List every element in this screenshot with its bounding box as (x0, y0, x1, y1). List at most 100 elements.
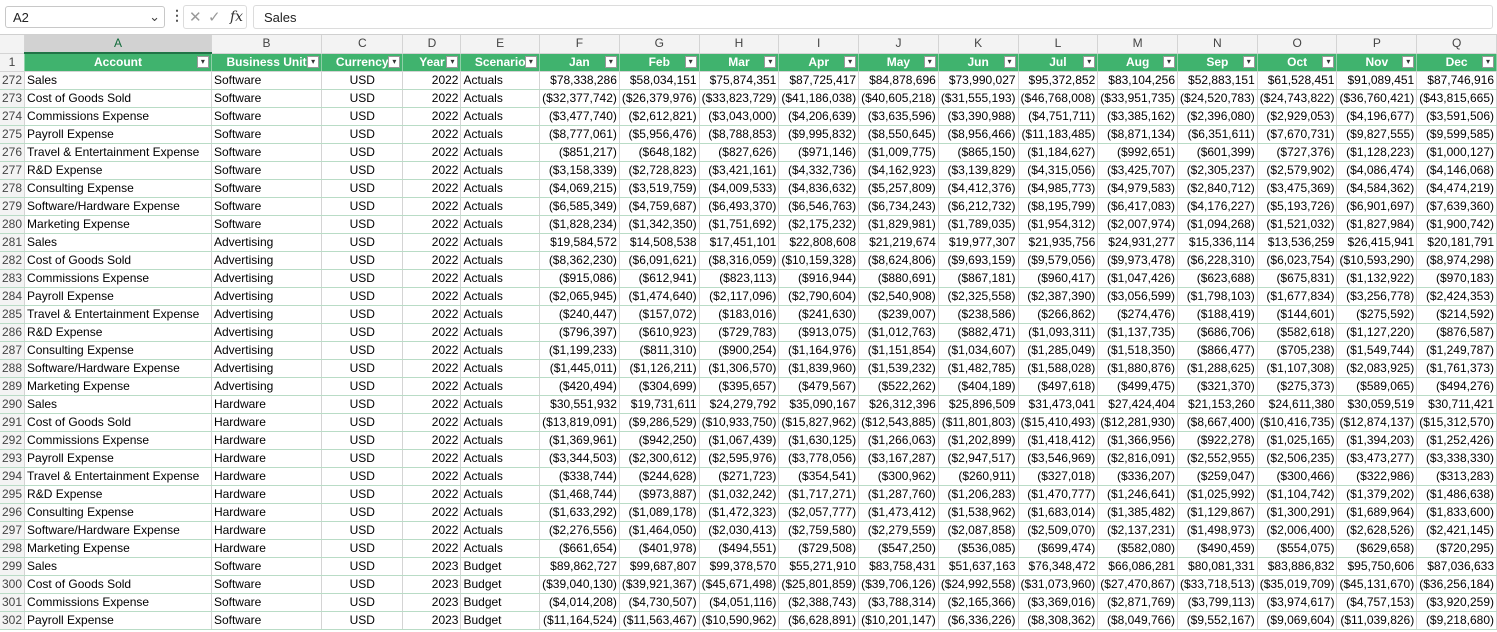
row-header[interactable]: 301 (0, 593, 26, 612)
cell[interactable]: ($1,132,922) (1336, 269, 1418, 288)
column-header-i[interactable]: I (778, 35, 860, 54)
row-header[interactable]: 287 (0, 341, 26, 360)
cell[interactable]: Software (211, 107, 323, 126)
cell[interactable]: ($12,281,930) (1097, 413, 1179, 432)
header-cell[interactable]: Mar ▾ (699, 53, 780, 72)
cell[interactable]: Budget (460, 611, 540, 630)
cell[interactable]: ($25,801,859) (778, 575, 860, 594)
cell[interactable]: USD (321, 593, 404, 612)
cell[interactable]: 2023 (402, 575, 462, 594)
cell[interactable]: ($1,249,787) (1416, 341, 1497, 360)
cell[interactable]: ($4,086,474) (1336, 161, 1418, 180)
cell[interactable]: Software (211, 125, 323, 144)
cell[interactable]: ($922,278) (1177, 431, 1258, 450)
header-cell[interactable]: Account ▾ (24, 53, 212, 72)
cell[interactable]: ($238,586) (938, 305, 1019, 324)
cell[interactable]: ($1,288,625) (1177, 359, 1258, 378)
cell[interactable]: ($244,628) (619, 467, 700, 486)
cell[interactable]: 2022 (402, 413, 462, 432)
cell[interactable]: ($4,315,056) (1018, 161, 1099, 180)
cell[interactable]: ($2,305,237) (1177, 161, 1258, 180)
cell[interactable]: ($10,933,750) (699, 413, 780, 432)
cell[interactable]: ($867,181) (938, 269, 1019, 288)
cell[interactable]: ($1,093,311) (1018, 323, 1099, 342)
cell[interactable]: ($1,285,049) (1018, 341, 1099, 360)
cell[interactable]: ($1,482,785) (938, 359, 1019, 378)
cell[interactable]: ($3,344,503) (539, 449, 620, 468)
cell[interactable]: Advertising (211, 359, 323, 378)
filter-dropdown-icon[interactable]: ▾ (1482, 55, 1494, 68)
more-options-icon[interactable]: ⋮ (170, 7, 184, 24)
column-header-q[interactable]: Q (1416, 35, 1497, 54)
cell[interactable]: ($1,164,976) (778, 341, 860, 360)
cell[interactable]: ($9,286,529) (619, 413, 700, 432)
cell[interactable]: $52,883,151 (1177, 71, 1258, 90)
cell[interactable]: $13,536,259 (1257, 233, 1338, 252)
header-cell[interactable]: Jun ▾ (938, 53, 1019, 72)
cell[interactable]: ($241,630) (778, 305, 860, 324)
filter-dropdown-icon[interactable]: ▾ (524, 55, 537, 68)
cell[interactable]: $35,090,167 (778, 395, 860, 414)
cell[interactable]: ($1,474,640) (619, 287, 700, 306)
cell[interactable]: ($260,911) (938, 467, 1019, 486)
cell[interactable]: ($313,283) (1416, 467, 1497, 486)
cell[interactable]: ($601,399) (1177, 143, 1258, 162)
cell[interactable]: ($300,466) (1257, 467, 1338, 486)
row-header[interactable]: 285 (0, 305, 26, 324)
cell[interactable]: ($497,618) (1018, 377, 1099, 396)
cell[interactable]: Actuals (460, 539, 540, 558)
cell[interactable]: 2022 (402, 449, 462, 468)
filter-dropdown-icon[interactable]: ▾ (1003, 55, 1016, 68)
cell[interactable]: ($1,379,202) (1336, 485, 1418, 504)
cell[interactable]: ($24,743,822) (1257, 89, 1338, 108)
cell[interactable]: ($1,470,777) (1018, 485, 1099, 504)
cell[interactable]: ($33,718,513) (1177, 575, 1258, 594)
cell[interactable]: Software (211, 215, 323, 234)
cell[interactable]: Software (211, 161, 323, 180)
cell[interactable]: ($629,658) (1336, 539, 1418, 558)
cell[interactable]: Advertising (211, 233, 323, 252)
cell[interactable]: ($32,377,742) (539, 89, 620, 108)
cell[interactable]: ($1,829,981) (858, 215, 939, 234)
cell[interactable]: ($992,651) (1097, 143, 1179, 162)
cell[interactable]: ($6,585,349) (539, 197, 620, 216)
cell[interactable]: ($8,871,134) (1097, 125, 1179, 144)
cell[interactable]: ($942,250) (619, 431, 700, 450)
cell[interactable]: 2022 (402, 71, 462, 90)
cell[interactable]: ($9,069,604) (1257, 611, 1338, 630)
cell[interactable]: 2022 (402, 467, 462, 486)
cell[interactable]: ($3,369,016) (1018, 593, 1099, 612)
cell[interactable]: ($1,369,961) (539, 431, 620, 450)
cell[interactable]: ($1,900,742) (1416, 215, 1497, 234)
cell[interactable]: $78,338,286 (539, 71, 620, 90)
cell[interactable]: ($31,555,193) (938, 89, 1019, 108)
cell[interactable]: ($2,137,231) (1097, 521, 1179, 540)
cell[interactable]: ($1,202,899) (938, 431, 1019, 450)
row-header[interactable]: 293 (0, 449, 26, 468)
filter-dropdown-icon[interactable]: ▾ (844, 55, 857, 68)
filter-dropdown-icon[interactable]: ▾ (446, 55, 459, 68)
cell[interactable]: Actuals (460, 89, 540, 108)
cell[interactable]: 2022 (402, 251, 462, 270)
cell[interactable]: ($1,000,127) (1416, 143, 1497, 162)
cell[interactable]: ($3,167,287) (858, 449, 939, 468)
cell[interactable]: Commissions Expense (24, 593, 212, 612)
cell[interactable]: USD (321, 269, 404, 288)
cell[interactable]: ($2,816,091) (1097, 449, 1179, 468)
cell[interactable]: ($239,007) (858, 305, 939, 324)
header-cell[interactable]: Aug ▾ (1097, 53, 1179, 72)
cell[interactable]: ($1,025,992) (1177, 485, 1258, 504)
cell[interactable]: Advertising (211, 377, 323, 396)
column-header-c[interactable]: C (321, 35, 404, 54)
cell[interactable]: Software (211, 197, 323, 216)
cell[interactable]: ($479,567) (778, 377, 860, 396)
cell[interactable]: ($1,833,600) (1416, 503, 1497, 522)
cell[interactable]: ($2,087,858) (938, 521, 1019, 540)
cell[interactable]: ($11,164,524) (539, 611, 620, 630)
column-header-d[interactable]: D (402, 35, 462, 54)
cell[interactable]: Sales (24, 557, 212, 576)
cell[interactable]: USD (321, 287, 404, 306)
cell[interactable]: USD (321, 341, 404, 360)
cell[interactable]: ($536,085) (938, 539, 1019, 558)
row-header[interactable]: 283 (0, 269, 26, 288)
